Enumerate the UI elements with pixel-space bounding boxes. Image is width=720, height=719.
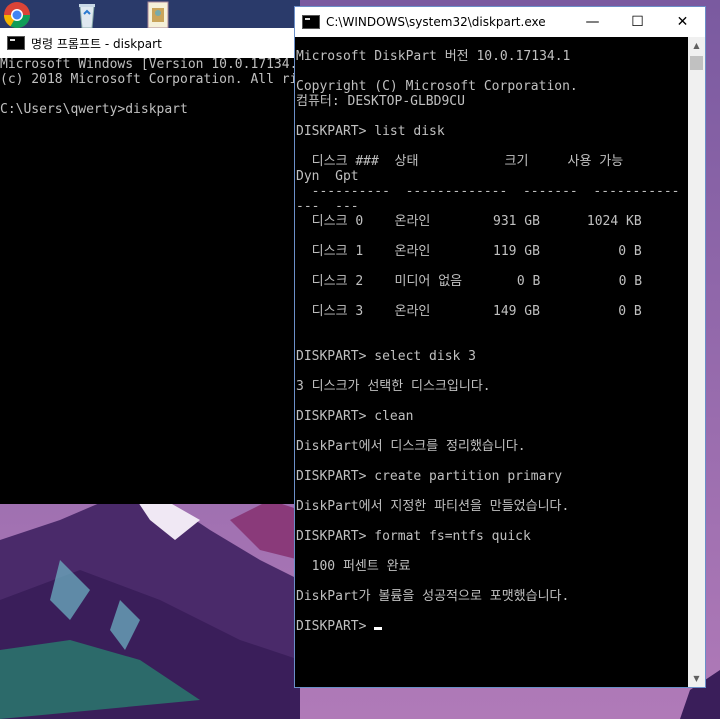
scroll-down-arrow-icon[interactable]: ▼: [688, 670, 705, 687]
minimize-button[interactable]: —: [570, 7, 615, 37]
console-line: --- ---: [296, 199, 359, 214]
diskpart-window[interactable]: C:\WINDOWS\system32\diskpart.exe — ☐ ✕ M…: [294, 6, 706, 688]
console-line: 컴퓨터: DESKTOP-GLBD9CU: [296, 94, 465, 109]
console-line: 디스크 2 미디어 없음 0 B 0 B: [296, 274, 643, 289]
maximize-button[interactable]: ☐: [615, 7, 660, 37]
console-line: 디스크 ### 상태 크기 사용 가능: [296, 154, 624, 169]
console-line: 3 디스크가 선택한 디스크입니다.: [296, 379, 491, 394]
console-line: (c) 2018 Microsoft Corporation. All righ: [0, 72, 296, 87]
console-line: DISKPART> clean: [296, 409, 414, 424]
console-line: DISKPART> list disk: [296, 124, 445, 139]
console-line: DISKPART> select disk 3: [296, 349, 477, 364]
vertical-scrollbar[interactable]: ▲ ▼: [688, 37, 705, 687]
diskpart-window-title: C:\WINDOWS\system32\diskpart.exe: [326, 15, 546, 29]
console-line: 100 퍼센트 완료: [296, 559, 411, 574]
cmd-titlebar[interactable]: 명령 프롬프트 - diskpart: [0, 28, 296, 58]
console-line: DiskPart에서 디스크를 정리했습니다.: [296, 439, 526, 454]
console-line: Microsoft DiskPart 버전 10.0.17134.1: [296, 49, 571, 64]
console-line: ---------- ------------- ------- -------…: [296, 184, 680, 199]
scrollbar-thumb[interactable]: [690, 56, 703, 70]
cmd-console-output: Microsoft Windows [Version 10.0.17134.64…: [0, 57, 296, 117]
close-button[interactable]: ✕: [660, 7, 705, 37]
scroll-up-arrow-icon[interactable]: ▲: [688, 37, 705, 54]
console-line: DISKPART>: [296, 619, 688, 634]
console-icon: [302, 15, 320, 29]
recycle-bin-icon[interactable]: [72, 0, 102, 30]
console-line: 디스크 3 온라인 149 GB 0 B: [296, 304, 642, 319]
console-line: DiskPart가 볼륨을 성공적으로 포맷했습니다.: [296, 589, 570, 604]
console-line: 디스크 1 온라인 119 GB 0 B: [296, 244, 642, 259]
console-line: DISKPART> create partition primary: [296, 469, 563, 484]
command-prompt-window[interactable]: 명령 프롬프트 - diskpart Microsoft Windows [Ve…: [0, 28, 296, 504]
console-line: DISKPART> format fs=ntfs quick: [296, 529, 531, 544]
console-line: Microsoft Windows [Version 10.0.17134.64: [0, 57, 296, 72]
diskpart-titlebar[interactable]: C:\WINDOWS\system32\diskpart.exe — ☐ ✕: [295, 7, 705, 37]
console-icon: [7, 36, 25, 50]
console-line: 디스크 0 온라인 931 GB 1024 KB: [296, 214, 642, 229]
console-line: C:\Users\qwerty>diskpart: [0, 102, 188, 117]
diskpart-console-output: Microsoft DiskPart 버전 10.0.17134.1 Copyri…: [296, 49, 688, 634]
cmd-window-title: 명령 프롬프트 - diskpart: [31, 36, 162, 51]
text-cursor: [374, 627, 383, 630]
console-line: Copyright (C) Microsoft Corporation.: [296, 79, 578, 94]
folder-icon[interactable]: [143, 0, 173, 30]
console-line: Dyn Gpt: [296, 169, 359, 184]
chrome-icon[interactable]: [2, 0, 32, 30]
console-line: DiskPart에서 지정한 파티션을 만들었습니다.: [296, 499, 570, 514]
